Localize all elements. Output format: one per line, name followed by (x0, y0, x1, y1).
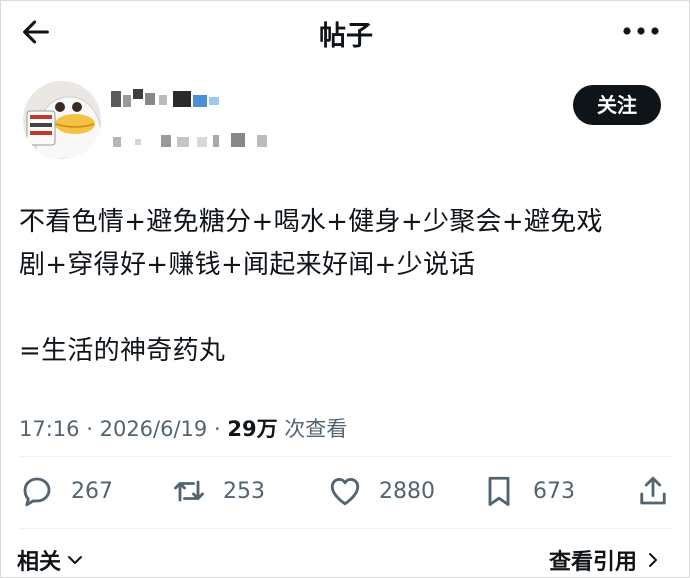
bookmark-icon (488, 476, 510, 506)
post-time[interactable]: 17:16 (19, 417, 80, 441)
bookmark-count: 673 (533, 478, 575, 504)
cartoon-duck-avatar-icon (23, 81, 101, 159)
author-handle-redacted (113, 133, 267, 147)
view-count: 29万 (227, 417, 278, 441)
related-dropdown[interactable]: 相关 (17, 544, 85, 576)
like-button[interactable]: 2880 (327, 471, 435, 511)
avatar[interactable] (23, 81, 101, 159)
post-line: =生活的神奇药丸 (19, 336, 226, 366)
chevron-right-icon (649, 553, 658, 567)
top-bar: 帖子 (1, 1, 690, 65)
post-line: 剧+穿得好+赚钱+闻起来好闻+少说话 (19, 250, 476, 280)
repost-icon (174, 480, 204, 502)
reply-count: 267 (71, 478, 113, 504)
repost-count: 253 (223, 478, 265, 504)
post-line-blank (19, 287, 679, 330)
follow-button[interactable]: 关注 (573, 85, 661, 125)
view-quotes-label: 查看引用 (549, 550, 638, 575)
chevron-down-icon (68, 556, 83, 564)
repost-button[interactable]: 253 (171, 471, 265, 511)
post-frame: 帖子 关注 不看色情+避免糖分+喝水+健身+少聚会+避免戏 剧+穿得好+赚钱+闻… (0, 0, 690, 578)
meta-separator: · (213, 417, 221, 441)
reply-button[interactable]: 267 (19, 471, 113, 511)
reply-icon (23, 477, 51, 507)
meta-separator: · (86, 417, 93, 441)
divider (19, 528, 673, 529)
bookmark-button[interactable]: 673 (481, 471, 575, 511)
like-count: 2880 (379, 478, 435, 504)
heart-icon (330, 478, 360, 506)
author-name-redacted[interactable] (111, 89, 221, 109)
share-icon (640, 476, 666, 505)
view-quotes-link[interactable]: 查看引用 (549, 544, 663, 576)
view-count-label: 次查看 (284, 417, 348, 441)
related-label: 相关 (17, 550, 62, 575)
share-button[interactable] (635, 471, 671, 511)
post-text: 不看色情+避免糖分+喝水+健身+少聚会+避免戏 剧+穿得好+赚钱+闻起来好闻+少… (19, 201, 679, 373)
page-title: 帖子 (319, 21, 373, 52)
post-meta: 17:16 · 2026/6/19 · 29万 次查看 (19, 413, 347, 443)
divider (19, 456, 673, 457)
post-date[interactable]: 2026/6/19 (100, 417, 208, 441)
more-horizontal-icon[interactable] (621, 21, 661, 41)
post-line: 不看色情+避免糖分+喝水+健身+少聚会+避免戏 (19, 207, 603, 237)
